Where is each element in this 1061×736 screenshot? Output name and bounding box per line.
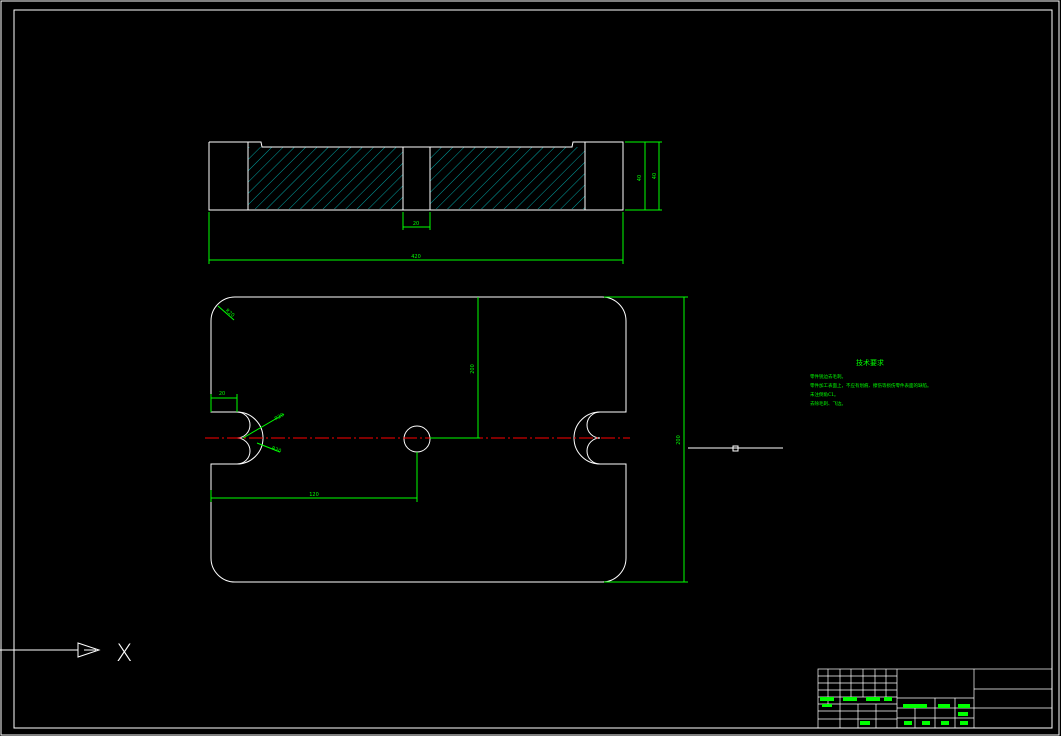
dim-label-height-inner: 40: [637, 175, 643, 181]
dim-label-slot-radius-outer: R20: [274, 412, 286, 422]
plan-view[interactable]: [210, 296, 627, 583]
dim-label-slot-width: 20: [413, 221, 419, 227]
notes-title: 技术要求: [856, 358, 884, 367]
dim-label-height-outer: 40: [652, 173, 658, 179]
outer-frame: [0, 0, 1060, 736]
section-hatch-right: [430, 147, 585, 209]
note-line-3: 未注倒角C1。: [810, 391, 839, 398]
note-line-1: 零件锐边去毛刺。: [810, 373, 846, 380]
ucs-icon: [0, 642, 101, 658]
section-view[interactable]: [208, 141, 624, 211]
center-hole: [403, 425, 431, 453]
dim-label-half-width: 200: [470, 364, 476, 374]
dim-label-overall-length: 420: [411, 254, 421, 260]
cad-drawing-canvas[interactable]: 420 20 40 40 200 200 120 20 R20 R20 R20: [0, 0, 1061, 736]
dim-label-corner-radius: R20: [224, 308, 235, 319]
cursor-crosshair[interactable]: [688, 445, 783, 452]
inner-frame: [13, 9, 1053, 729]
ucs-x-label: X: [116, 639, 132, 667]
section-hatch-left: [248, 147, 403, 209]
plan-outline: [210, 296, 627, 583]
plan-dimensions[interactable]: [210, 296, 688, 583]
technical-notes: 技术要求 零件锐边去毛刺。 零件加工表面上，不应有划痕、擦伤等损伤零件表面的缺陷…: [810, 358, 932, 407]
dim-label-slot-depth: 20: [219, 391, 225, 397]
dim-label-width: 200: [676, 435, 682, 445]
dim-label-hole-offset: 120: [309, 492, 319, 498]
note-line-4: 去除毛刺、飞边。: [810, 400, 846, 407]
note-line-2: 零件加工表面上，不应有划痕、擦伤等损伤零件表面的缺陷。: [810, 382, 932, 389]
dim-label-slot-radius-inner: R20: [271, 446, 282, 455]
